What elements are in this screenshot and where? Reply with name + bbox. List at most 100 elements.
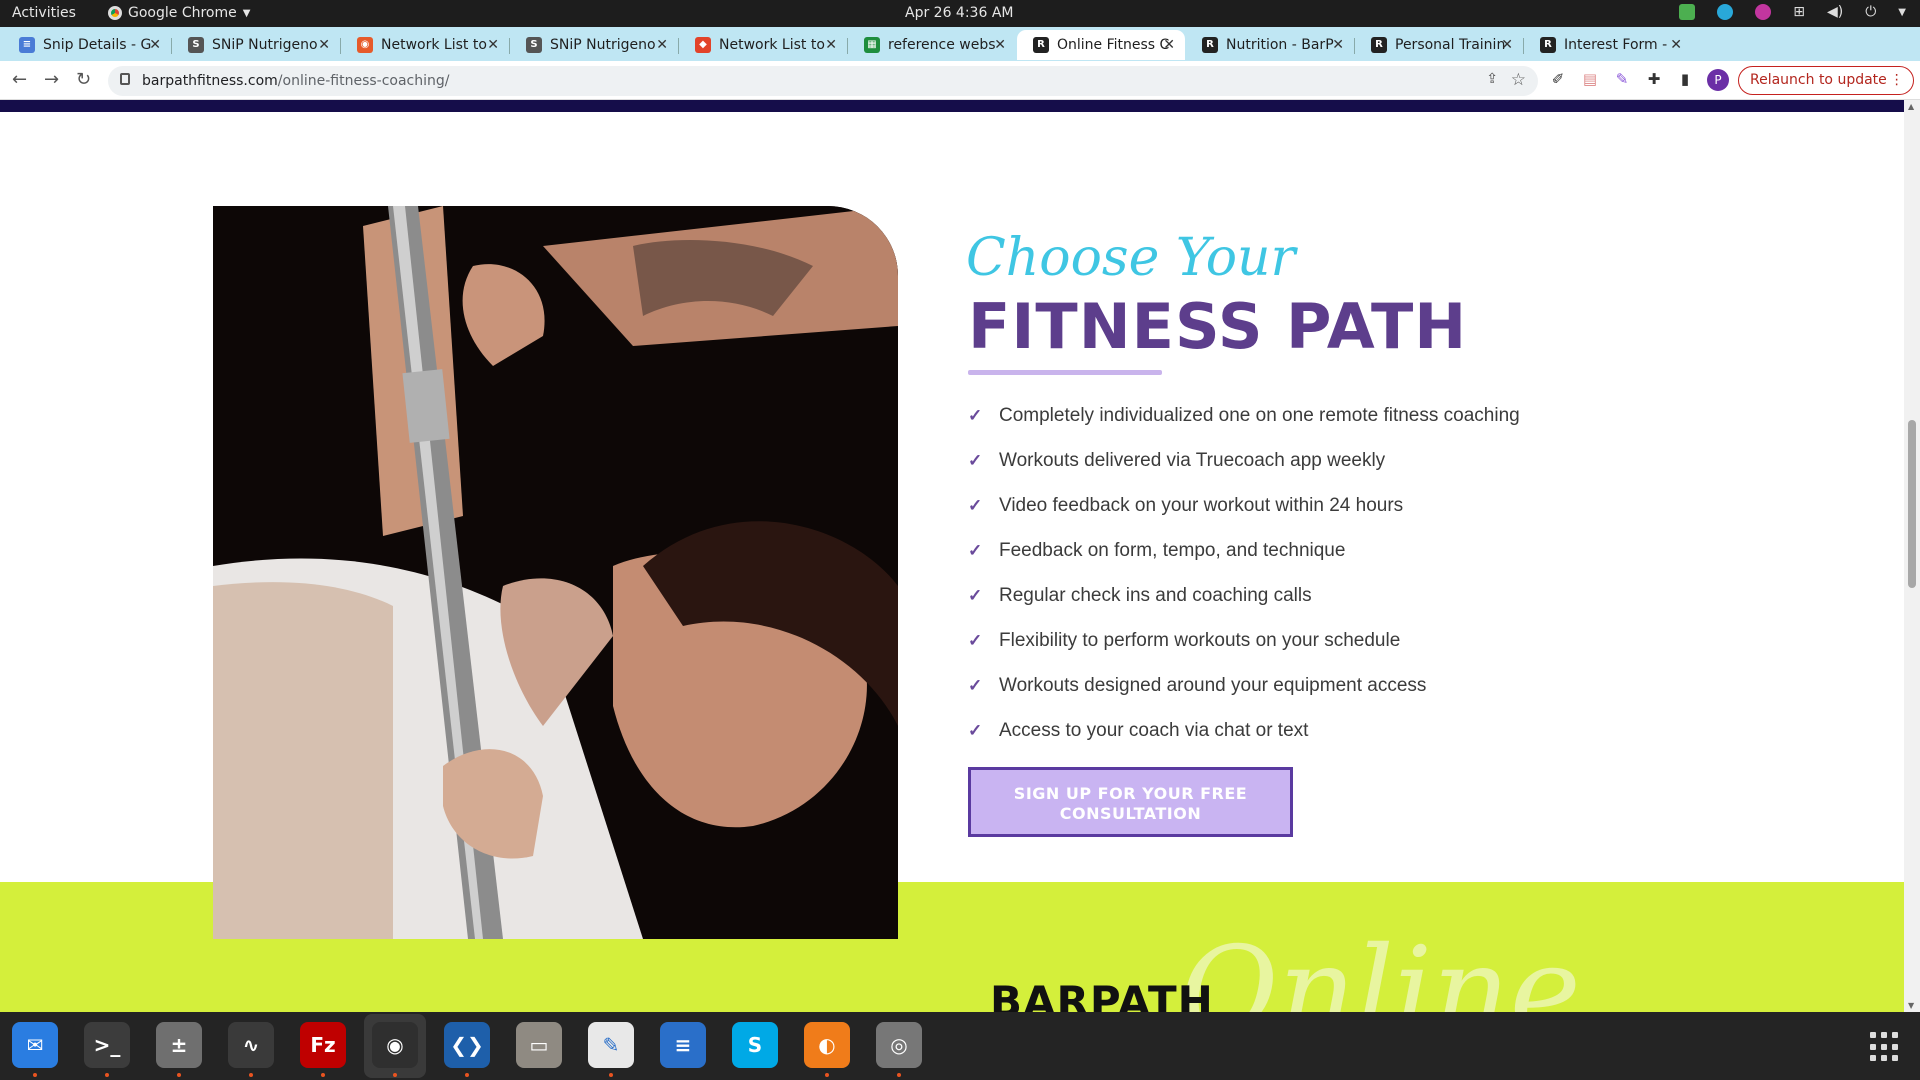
clock[interactable]: Apr 26 4:36 AM bbox=[905, 5, 1013, 21]
thunderbird-icon[interactable]: ✉ bbox=[12, 1022, 58, 1077]
chevron-down-icon[interactable]: ▼ bbox=[1898, 7, 1906, 18]
close-tab-icon[interactable]: ✕ bbox=[656, 37, 668, 53]
checkmark-icon: ✓ bbox=[968, 585, 983, 605]
feature-text: Workouts delivered via Truecoach app wee… bbox=[999, 449, 1386, 471]
tab-title: Interest Form - bbox=[1564, 37, 1668, 53]
text-editor-icon[interactable]: ✎ bbox=[588, 1022, 634, 1077]
blender-like-icon[interactable]: ◐ bbox=[804, 1022, 850, 1077]
feature-item: ✓ Feedback on form, tempo, and technique bbox=[968, 528, 1520, 573]
disk-icon[interactable]: ◎ bbox=[876, 1022, 922, 1077]
scroll-down-icon[interactable]: ▼ bbox=[1908, 1001, 1914, 1010]
browser-tab[interactable]: R Nutrition - BarP ✕ bbox=[1186, 30, 1354, 60]
checkmark-icon: ✓ bbox=[968, 405, 983, 425]
sheets-favicon-icon: ▦ bbox=[864, 37, 880, 53]
close-tab-icon[interactable]: ✕ bbox=[994, 37, 1006, 53]
running-indicator bbox=[897, 1073, 901, 1077]
free-consultation-button[interactable]: SIGN UP FOR YOUR FREE CONSULTATION bbox=[968, 767, 1293, 837]
browser-tab[interactable]: ◉ Network List to ✕ bbox=[341, 30, 509, 60]
libreoffice-writer-icon[interactable]: ≡ bbox=[660, 1022, 706, 1068]
close-tab-icon[interactable]: ✕ bbox=[318, 37, 330, 53]
side-panel-icon[interactable]: ▮ bbox=[1676, 70, 1694, 88]
chrome-favicon-icon: ◉ bbox=[357, 37, 373, 53]
browser-tab[interactable]: R Interest Form - ✕ bbox=[1524, 30, 1692, 60]
app-menu[interactable]: Google Chrome ▼ bbox=[108, 5, 250, 21]
feature-text: Completely individualized one on one rem… bbox=[999, 404, 1520, 426]
tray-app-icon-2[interactable] bbox=[1755, 4, 1772, 20]
relaunch-label: Relaunch to update bbox=[1750, 72, 1887, 88]
reload-icon[interactable]: ↻ bbox=[76, 69, 91, 90]
files-icon[interactable]: ▭ bbox=[516, 1022, 562, 1068]
terminal-icon[interactable]: >_ bbox=[84, 1022, 130, 1077]
close-tab-icon[interactable]: ✕ bbox=[487, 37, 499, 53]
app-menu-label: Google Chrome bbox=[128, 5, 237, 21]
feature-list: ✓ Completely individualized one on one re… bbox=[968, 393, 1520, 753]
chrome-icon[interactable]: ◉ bbox=[372, 1022, 418, 1077]
relaunch-to-update-button[interactable]: Relaunch to update ⋮ bbox=[1738, 66, 1914, 95]
calculator-icon[interactable]: ± bbox=[156, 1022, 202, 1077]
checkmark-icon: ✓ bbox=[968, 495, 983, 515]
tray-sync-icon[interactable] bbox=[1717, 4, 1734, 20]
rpl-favicon-icon: R bbox=[1202, 37, 1218, 53]
filezilla-icon[interactable]: Fz bbox=[300, 1022, 346, 1077]
show-applications-icon[interactable] bbox=[1870, 1032, 1900, 1062]
browser-tab[interactable]: ≡ Snip Details - G ✕ bbox=[3, 30, 171, 60]
vscode-icon[interactable]: ❮❯ bbox=[444, 1022, 490, 1077]
checkmark-icon: ✓ bbox=[968, 450, 983, 470]
activities-button[interactable]: Activities bbox=[12, 5, 76, 21]
address-bar[interactable]: barpathfitness.com/online-fitness-coachi… bbox=[108, 66, 1538, 96]
feature-text: Video feedback on your workout within 24… bbox=[999, 494, 1404, 516]
close-tab-icon[interactable]: ✕ bbox=[825, 37, 837, 53]
running-indicator bbox=[249, 1073, 253, 1077]
banner-script-text: Online bbox=[1180, 922, 1581, 1012]
close-tab-icon[interactable]: ✕ bbox=[1501, 37, 1513, 53]
feature-item: ✓ Video feedback on your workout within 2… bbox=[968, 483, 1520, 528]
browser-tab[interactable]: R Online Fitness C ✕ bbox=[1017, 30, 1185, 60]
scrollbar-thumb[interactable] bbox=[1908, 420, 1916, 588]
url-text[interactable]: barpathfitness.com/online-fitness-coachi… bbox=[142, 73, 449, 89]
extensions-puzzle-icon[interactable]: ✚ bbox=[1645, 70, 1663, 88]
tab-title: Network List to bbox=[719, 37, 825, 53]
docs-favicon-icon: ≡ bbox=[19, 37, 35, 53]
checkmark-icon: ✓ bbox=[968, 540, 983, 560]
browser-tab[interactable]: ▦ reference webs ✕ bbox=[848, 30, 1016, 60]
forward-icon[interactable]: → bbox=[44, 69, 59, 90]
tab-title: Network List to bbox=[381, 37, 487, 53]
page-scrollbar[interactable]: ▲ ▼ bbox=[1904, 100, 1920, 1012]
browser-toolbar: ← → ↻ barpathfitness.com/online-fitness-… bbox=[0, 61, 1920, 100]
scroll-up-icon[interactable]: ▲ bbox=[1908, 102, 1914, 111]
tray-app-icon[interactable] bbox=[1679, 4, 1696, 20]
browser-tab[interactable]: S SNiP Nutrigeno ✕ bbox=[172, 30, 340, 60]
system-monitor-icon[interactable]: ∿ bbox=[228, 1022, 274, 1077]
tab-title: Snip Details - G bbox=[43, 37, 152, 53]
checkmark-icon: ✓ bbox=[968, 675, 983, 695]
pen-extension-icon[interactable]: ✎ bbox=[1613, 70, 1631, 88]
profile-avatar[interactable]: P bbox=[1707, 69, 1729, 91]
volume-icon[interactable]: ◀) bbox=[1827, 4, 1843, 20]
bookmark-star-icon[interactable]: ☆ bbox=[1511, 70, 1526, 90]
tab-title: Personal Trainin bbox=[1395, 37, 1506, 53]
eyedropper-extension-icon[interactable]: ✐ bbox=[1549, 70, 1567, 88]
browser-tab[interactable]: ◆ Network List to ✕ bbox=[679, 30, 847, 60]
running-indicator bbox=[105, 1073, 109, 1077]
share-icon[interactable]: ⇪ bbox=[1486, 71, 1498, 87]
header-strip bbox=[0, 100, 1904, 112]
close-tab-icon[interactable]: ✕ bbox=[1332, 37, 1344, 53]
close-tab-icon[interactable]: ✕ bbox=[149, 37, 161, 53]
skype-icon[interactable]: S bbox=[732, 1022, 778, 1068]
tab-title: Online Fitness C bbox=[1057, 37, 1169, 53]
lock-icon[interactable] bbox=[120, 73, 130, 85]
tab-strip: + ⌄ — ❐ ✕ ≡Snip Details - G✕SSNiP Nutrig… bbox=[0, 27, 1920, 86]
network-icon[interactable]: ⊞ bbox=[1793, 4, 1805, 20]
running-indicator bbox=[33, 1073, 37, 1077]
rpl-favicon-icon: R bbox=[1371, 37, 1387, 53]
close-tab-icon[interactable]: ✕ bbox=[1163, 37, 1175, 53]
power-icon[interactable]: ⏻ bbox=[1865, 4, 1876, 20]
system-tray[interactable]: ⊞ ◀) ⏻ ▼ bbox=[1679, 4, 1906, 20]
back-icon[interactable]: ← bbox=[12, 69, 27, 90]
banner-brand-text: BARPATH bbox=[990, 977, 1214, 1012]
browser-tab[interactable]: S SNiP Nutrigeno ✕ bbox=[510, 30, 678, 60]
browser-tab[interactable]: R Personal Trainin ✕ bbox=[1355, 30, 1523, 60]
extension-icon[interactable]: ▤ bbox=[1581, 70, 1599, 88]
close-tab-icon[interactable]: ✕ bbox=[1670, 37, 1682, 53]
running-indicator bbox=[321, 1073, 325, 1077]
